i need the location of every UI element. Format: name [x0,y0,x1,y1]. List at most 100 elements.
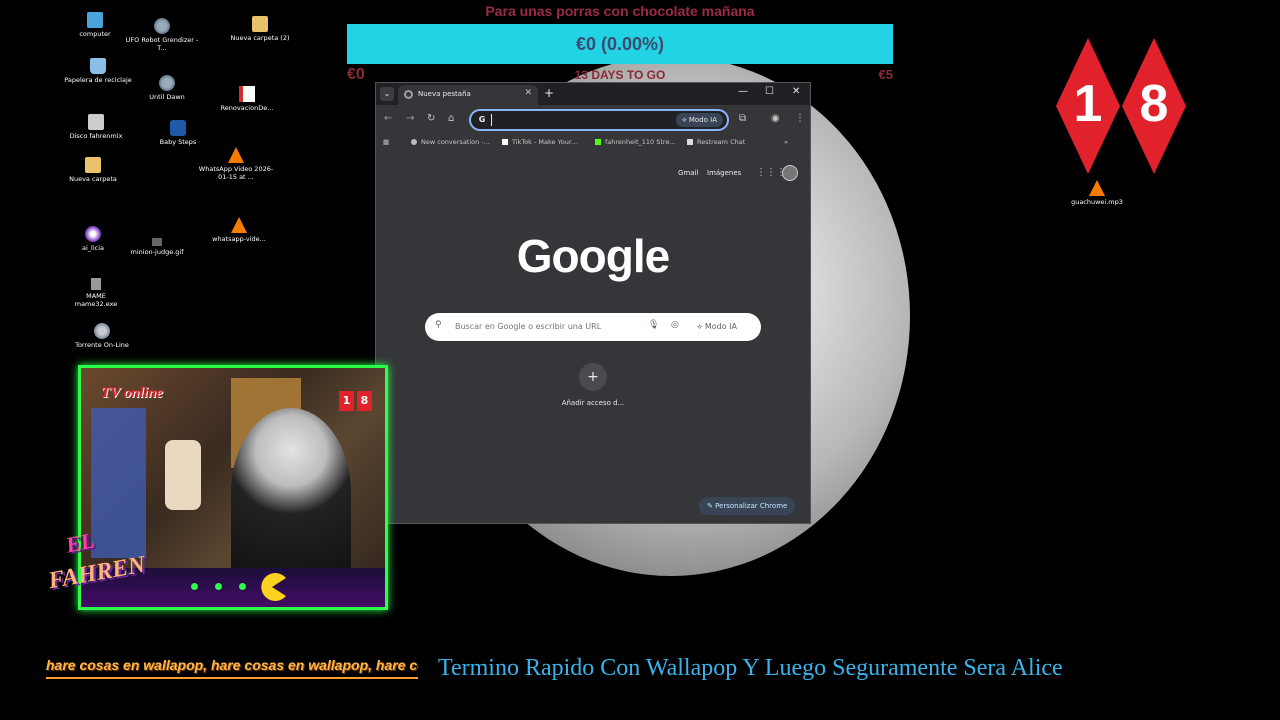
microphone-icon[interactable]: 🎙 [648,320,659,330]
vlc-icon [231,217,247,233]
desktop-icon-nueva-carpeta-2[interactable]: Nueva carpeta (2) [220,16,300,42]
kick-icon [595,139,601,145]
google-icon: G [478,115,486,124]
desktop-icon-whatsapp-video[interactable]: WhatsApp Video 2026-01-15 at ... [196,147,276,181]
close-window-icon[interactable]: ✕ [792,86,800,97]
tab-search-button[interactable]: ⌄ [380,87,394,101]
logo-fahren-text: FAHREN [46,551,148,595]
bookmark-label: TikTok - Make Your... [512,138,578,146]
extensions-icon[interactable]: ⧉ [739,113,746,124]
images-link[interactable]: Imágenes [707,169,741,177]
search-icon: ⚲ [435,320,442,330]
search-box[interactable]: ⚲ Buscar en Google o escribir una URL 🎙 … [425,313,761,341]
tab-title: Nueva pestaña [418,90,471,98]
desktop-icon-ufo-robot[interactable]: UFO Robot Grendizer - T... [122,18,202,52]
donation-goal: Para unas porras con chocolate mañana €0… [347,0,893,86]
desktop-icon-label: UFO Robot Grendizer - T... [125,36,199,52]
webcam-title: TV online [101,385,163,401]
ai-mode-button[interactable]: ⟡ Modo IA [697,322,737,332]
text-caret [491,114,492,126]
stream-headline: Termino Rapido Con Wallapop Y Luego Segu… [438,655,1063,681]
desktop-icon-whatsapp-vide[interactable]: whatsapp-vide... [199,217,279,243]
donation-title: Para unas porras con chocolate mañana [485,3,755,19]
reload-icon[interactable]: ↻ [427,113,435,124]
add-shortcut-button[interactable]: + [579,363,607,391]
toolbar: ← → ↻ ⌂ G ⟡ Modo IA ⧉ ◉ ⋮ [376,105,810,135]
desktop-icon-mame[interactable]: MAME mame32.exe [56,278,136,308]
menu-icon[interactable]: ⋮ [795,113,805,124]
desktop-icon-renovacion[interactable]: RenovacionDe... [207,86,287,112]
steam-icon [170,120,186,136]
new-tab-button[interactable]: + [544,86,554,100]
chrome-window: ⌄ Nueva pestaña ✕ + — ☐ ✕ ← → ↻ ⌂ G ⟡ Mo… [375,82,811,524]
close-tab-icon[interactable]: ✕ [524,88,532,98]
desktop-icon-nueva-carpeta[interactable]: Nueva carpeta [53,157,133,183]
desktop-icon-label: ai_licia [81,244,104,252]
desktop-icon-until-dawn[interactable]: Until Dawn [127,75,207,101]
donation-progress-bar: €0 (0.00%) [347,24,893,64]
app-icon [85,226,101,242]
desktop-icon-label: Nueva carpeta (2) [230,34,290,42]
tab-new-tab[interactable]: Nueva pestaña ✕ [398,85,538,105]
bookmark-label: Restream Chat [697,138,746,146]
omnibox-ai-label: Modo IA [688,116,717,124]
ticker-underline [46,677,418,679]
desktop-icon-recycle-bin[interactable]: Papelera de reciclaje [58,58,138,84]
minimize-icon[interactable]: — [738,86,748,97]
omnibox-ai-mode-button[interactable]: ⟡ Modo IA [676,113,723,127]
profile-extension-icon[interactable]: ◉ [771,113,780,124]
webcam-age-badge: 1 8 [339,386,373,416]
apps-grid-icon[interactable]: ▦ [383,138,389,146]
badge-digit-right: 8 [1139,75,1169,133]
pac-dot [239,583,246,590]
bookmark-tiktok[interactable]: TikTok - Make Your... [502,138,577,146]
pacman-icon [261,573,286,601]
search-placeholder: Buscar en Google o escribir una URL [455,322,602,331]
omnibox[interactable]: G ⟡ Modo IA [469,109,729,131]
donation-days-left: 13 DAYS TO GO [574,68,666,82]
desktop-icon-torrente[interactable]: Torrente On-Line [62,323,142,349]
maximize-icon[interactable]: ☐ [765,86,774,97]
chrome-icon [404,90,413,99]
bookmark-chatgpt[interactable]: New conversation -... [411,138,490,146]
desktop-icon-minion-gif[interactable]: minion-judge.gif [117,238,197,256]
avatar[interactable] [782,165,798,181]
desktop-icon-label: Papelera de reciclaje [64,76,132,84]
back-icon[interactable]: ← [384,113,392,124]
tiktok-icon [502,139,508,145]
more-bookmarks-icon[interactable]: » [784,138,788,146]
pdf-icon [239,86,255,102]
desktop-icon-label: minion-judge.gif [130,248,184,256]
customize-chrome-button[interactable]: ✎ Personalizar Chrome [699,497,796,515]
restream-icon [687,139,693,145]
customize-label: Personalizar Chrome [715,502,788,510]
home-icon[interactable]: ⌂ [448,113,454,124]
desktop-icon-label: whatsapp-vide... [212,235,266,243]
torrent-icon [94,323,110,339]
gmail-link[interactable]: Gmail [678,169,698,177]
tab-strip: ⌄ Nueva pestaña ✕ + — ☐ ✕ [376,83,810,105]
desktop-icon-label: Disco fahrenmix [69,132,123,140]
desktop-icon-label: guachuwei.mp3 [1071,198,1123,206]
add-shortcut-label: Añadir acceso d... [561,399,625,407]
desktop-icon-guachuwei[interactable]: guachuwei.mp3 [1057,180,1137,206]
forward-icon[interactable]: → [406,113,414,124]
badge-digit-left: 1 [1073,75,1103,133]
bookmark-restream[interactable]: Restream Chat [687,138,745,146]
desktop-icon-baby-steps[interactable]: Baby Steps [138,120,218,146]
folder-icon [85,157,101,173]
pac-dot [215,583,222,590]
sparkle-icon: ⟡ [682,116,689,124]
desktop-icon-label: Baby Steps [159,138,197,146]
streamer [231,408,351,578]
diamond-right: 8 [1122,38,1186,174]
lens-icon[interactable]: ◎ [671,320,679,330]
gif-icon [152,238,162,246]
vlc-icon [228,147,244,163]
bookmarks-bar: ▦ New conversation -... TikTok - Make Yo… [376,135,810,153]
game-icon [154,18,170,34]
webcam-badge-left: 1 [339,391,354,411]
bookmark-kick[interactable]: fahrenheit_110 Stre... [595,138,676,146]
desktop-icon-disco[interactable]: Disco fahrenmix [56,114,136,140]
desktop-icon-label: WhatsApp Video 2026-01-15 at ... [198,165,274,181]
